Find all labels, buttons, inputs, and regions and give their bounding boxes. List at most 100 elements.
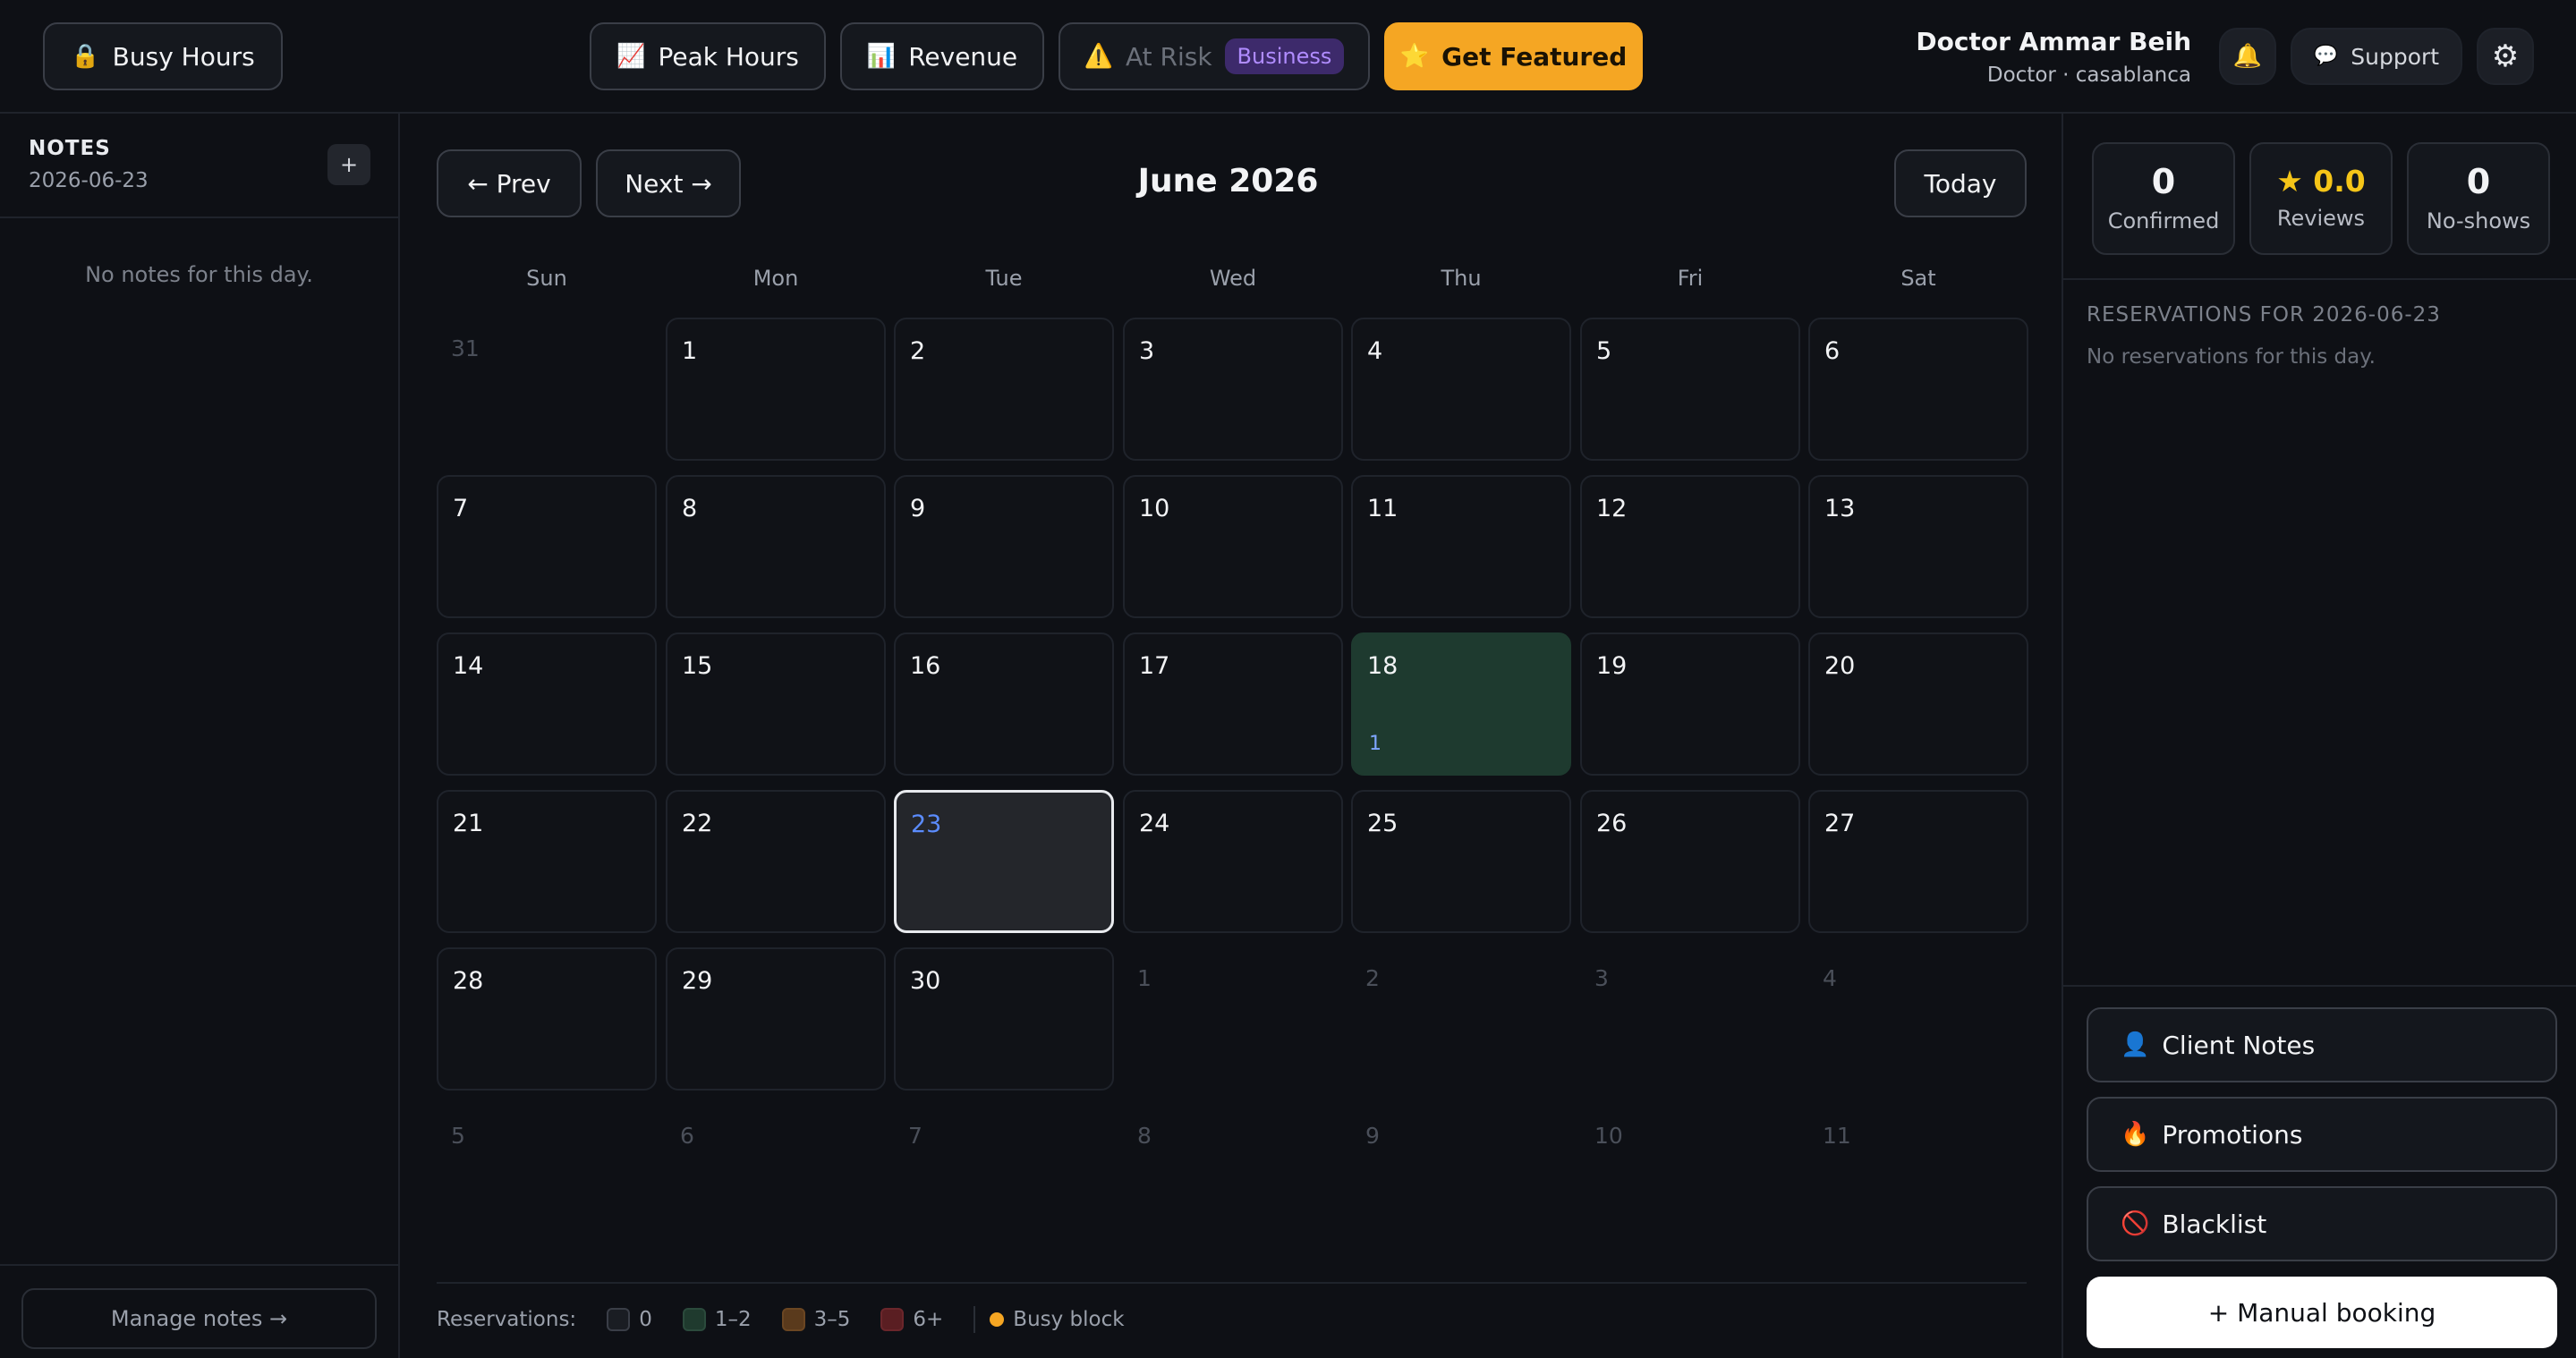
outside-day-number: 4 xyxy=(1823,965,1837,991)
day-number: 18 xyxy=(1367,652,1399,680)
outside-day-number: 9 xyxy=(1365,1123,1380,1149)
day-number: 7 xyxy=(453,495,469,522)
revenue-button[interactable]: 📊 Revenue xyxy=(840,22,1044,90)
calendar-day-selected[interactable]: 23 xyxy=(894,790,1114,933)
calendar-day[interactable]: 2 xyxy=(894,318,1114,461)
calendar-day[interactable]: 25 xyxy=(1351,790,1571,933)
calendar-day[interactable]: 8 xyxy=(666,475,886,618)
manual-booking-button[interactable]: + Manual booking xyxy=(2087,1277,2557,1348)
outside-day-number: 7 xyxy=(908,1123,922,1149)
legend-swatch xyxy=(682,1308,706,1331)
legend-swatch xyxy=(607,1308,631,1331)
get-featured-button[interactable]: ⭐ Get Featured xyxy=(1384,22,1643,90)
support-label: Support xyxy=(2351,43,2440,70)
calendar-day[interactable]: 22 xyxy=(666,790,886,933)
day-number: 14 xyxy=(453,652,484,680)
busy-hours-button[interactable]: 🔒 Busy Hours xyxy=(43,22,283,90)
prohibited-icon: 🚫 xyxy=(2121,1210,2150,1237)
notes-footer-divider xyxy=(0,1264,398,1266)
calendar-day[interactable]: 14 xyxy=(437,632,657,776)
calendar-day[interactable]: 16 xyxy=(894,632,1114,776)
outside-day-number: 31 xyxy=(451,335,480,361)
confirmed-value: 0 xyxy=(2151,162,2176,201)
calendar-day[interactable]: 1 xyxy=(666,318,886,461)
today-label: Today xyxy=(1924,168,1997,199)
calendar-day[interactable]: 5 xyxy=(1580,318,1800,461)
reviews-label: Reviews xyxy=(2276,206,2366,231)
manage-notes-button[interactable]: Manage notes → xyxy=(21,1288,377,1349)
busy-hours-label: Busy Hours xyxy=(112,41,255,72)
bell-icon: 🔔 xyxy=(2232,43,2263,70)
day-number: 3 xyxy=(1139,337,1155,365)
calendar-day[interactable]: 12 xyxy=(1580,475,1800,618)
legend-item-label: 6+ xyxy=(913,1308,944,1331)
calendar-day[interactable]: 24 xyxy=(1123,790,1343,933)
client-notes-button[interactable]: 👤 Client Notes xyxy=(2087,1007,2557,1082)
calendar-day[interactable]: 10 xyxy=(1123,475,1343,618)
calendar-day[interactable]: 29 xyxy=(666,947,886,1091)
day-number: 22 xyxy=(682,810,713,837)
weekday-label: Tue xyxy=(985,266,1023,291)
confirmed-stat: 0 Confirmed xyxy=(2092,142,2235,255)
calendar-day[interactable]: 30 xyxy=(894,947,1114,1091)
peak-hours-label: Peak Hours xyxy=(658,41,799,72)
legend-busy: Busy block xyxy=(990,1308,1125,1331)
top-bar: 🔒 Busy Hours 📈 Peak Hours 📊 Revenue ⚠️ A… xyxy=(0,0,2576,114)
add-note-button[interactable]: + xyxy=(327,144,370,185)
outside-day-number: 6 xyxy=(680,1123,694,1149)
weekday-label: Thu xyxy=(1441,266,1482,291)
day-number: 10 xyxy=(1139,495,1170,522)
gear-icon: ⚙ xyxy=(2491,38,2520,74)
calendar-day[interactable]: 7 xyxy=(437,475,657,618)
outside-day-number: 8 xyxy=(1137,1123,1152,1149)
weekday-label: Mon xyxy=(752,266,799,291)
user-info: Doctor Ammar Beih Doctor · casablanca xyxy=(1916,27,2191,87)
calendar-day[interactable]: 18 1 xyxy=(1351,632,1571,776)
day-number: 16 xyxy=(910,652,941,680)
calendar-day[interactable]: 17 xyxy=(1123,632,1343,776)
reservations-empty: No reservations for this day. xyxy=(2087,345,2376,369)
promotions-button[interactable]: 🔥 Promotions xyxy=(2087,1097,2557,1172)
notes-date: 2026-06-23 xyxy=(29,169,149,192)
calendar-day[interactable]: 28 xyxy=(437,947,657,1091)
lock-icon: 🔒 xyxy=(71,43,100,70)
calendar-day[interactable]: 21 xyxy=(437,790,657,933)
peak-hours-button[interactable]: 📈 Peak Hours xyxy=(590,22,826,90)
reservation-count: 1 xyxy=(1369,733,1382,755)
day-number: 29 xyxy=(682,967,713,995)
day-number: 25 xyxy=(1367,810,1399,837)
calendar-day[interactable]: 9 xyxy=(894,475,1114,618)
star-icon: ⭐ xyxy=(1399,43,1430,70)
noshows-stat: 0 No-shows xyxy=(2407,142,2550,255)
day-number: 5 xyxy=(1596,337,1612,365)
revenue-label: Revenue xyxy=(908,41,1018,72)
day-number: 24 xyxy=(1139,810,1170,837)
day-number: 21 xyxy=(453,810,484,837)
settings-button[interactable]: ⚙ xyxy=(2477,28,2534,85)
notes-title: NOTES xyxy=(29,137,111,160)
user-subtitle: Doctor · casablanca xyxy=(1986,64,2191,87)
outside-day-number: 2 xyxy=(1365,965,1380,991)
warning-icon: ⚠️ xyxy=(1084,43,1113,70)
legend-divider xyxy=(437,1282,2027,1284)
calendar-day[interactable]: 13 xyxy=(1808,475,2028,618)
support-button[interactable]: 💬 Support xyxy=(2291,28,2462,85)
at-risk-button[interactable]: ⚠️ At Risk Business xyxy=(1058,22,1370,90)
calendar-day[interactable]: 6 xyxy=(1808,318,2028,461)
day-number: 20 xyxy=(1824,652,1856,680)
calendar-day[interactable]: 11 xyxy=(1351,475,1571,618)
calendar-day[interactable]: 20 xyxy=(1808,632,2028,776)
notifications-button[interactable]: 🔔 xyxy=(2219,28,2276,85)
calendar-day[interactable]: 4 xyxy=(1351,318,1571,461)
calendar-day[interactable]: 26 xyxy=(1580,790,1800,933)
calendar-day[interactable]: 27 xyxy=(1808,790,2028,933)
calendar-day[interactable]: 3 xyxy=(1123,318,1343,461)
promotions-label: Promotions xyxy=(2162,1119,2303,1150)
calendar-day[interactable]: 19 xyxy=(1580,632,1800,776)
day-number: 12 xyxy=(1596,495,1628,522)
day-number: 26 xyxy=(1596,810,1628,837)
calendar-day[interactable]: 15 xyxy=(666,632,886,776)
blacklist-button[interactable]: 🚫 Blacklist xyxy=(2087,1186,2557,1261)
today-button[interactable]: Today xyxy=(1894,149,2027,217)
reservations-title: RESERVATIONS FOR 2026-06-23 xyxy=(2087,303,2441,327)
